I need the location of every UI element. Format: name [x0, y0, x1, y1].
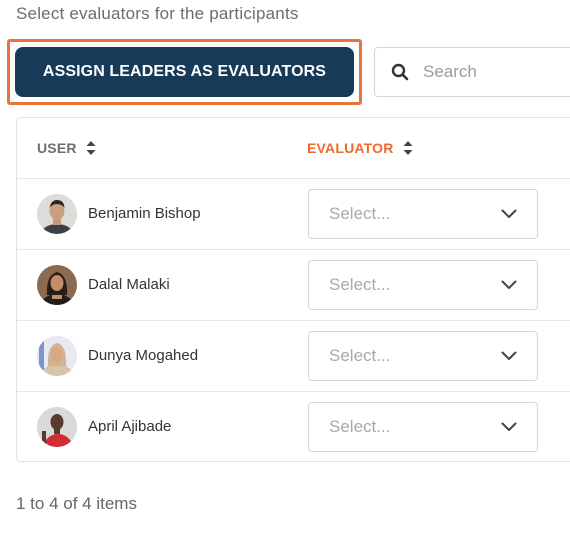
- chevron-down-icon: [501, 422, 517, 431]
- search-input[interactable]: Search: [423, 62, 477, 82]
- sort-icon[interactable]: [86, 141, 96, 155]
- evaluator-select[interactable]: Select...: [308, 331, 538, 381]
- chevron-down-icon: [501, 351, 517, 360]
- chevron-down-icon: [501, 280, 517, 289]
- table-row: Benjamin Bishop Select...: [17, 179, 570, 250]
- evaluator-select-value: Select...: [329, 346, 391, 365]
- avatar: [37, 265, 77, 305]
- chevron-down-icon: [501, 209, 517, 218]
- user-name: Benjamin Bishop: [88, 205, 201, 222]
- evaluator-select-value: Select...: [329, 204, 391, 223]
- table-header: USER EVALUATOR: [17, 118, 570, 179]
- evaluator-select[interactable]: Select...: [308, 402, 538, 452]
- table-row: April Ajibade Select...: [17, 392, 570, 463]
- evaluator-select-value: Select...: [329, 417, 391, 436]
- avatar: [37, 194, 77, 234]
- search-icon: [391, 63, 409, 81]
- table-row: Dalal Malaki Select...: [17, 250, 570, 321]
- column-label-evaluator: EVALUATOR: [307, 140, 394, 156]
- participants-table: USER EVALUATOR Benjamin Bishop Select...…: [16, 117, 570, 462]
- pagination-summary: 1 to 4 of 4 items: [16, 494, 137, 513]
- sort-icon[interactable]: [403, 141, 413, 155]
- evaluator-select[interactable]: Select...: [308, 260, 538, 310]
- evaluator-select-value: Select...: [329, 275, 391, 294]
- column-header-user[interactable]: USER: [37, 140, 96, 156]
- avatar: [37, 407, 77, 447]
- evaluator-select[interactable]: Select...: [308, 189, 538, 239]
- user-name: Dalal Malaki: [88, 276, 170, 293]
- search-box[interactable]: Search: [374, 47, 570, 97]
- assign-leaders-button[interactable]: ASSIGN LEADERS AS EVALUATORS: [15, 47, 354, 97]
- column-header-evaluator[interactable]: EVALUATOR: [307, 140, 413, 156]
- user-name: Dunya Mogahed: [88, 347, 199, 364]
- table-row: Dunya Mogahed Select...: [17, 321, 570, 392]
- column-label-user: USER: [37, 140, 77, 156]
- avatar: [37, 336, 77, 376]
- page-subtitle: Select evaluators for the participants: [16, 4, 299, 23]
- user-name: April Ajibade: [88, 418, 172, 435]
